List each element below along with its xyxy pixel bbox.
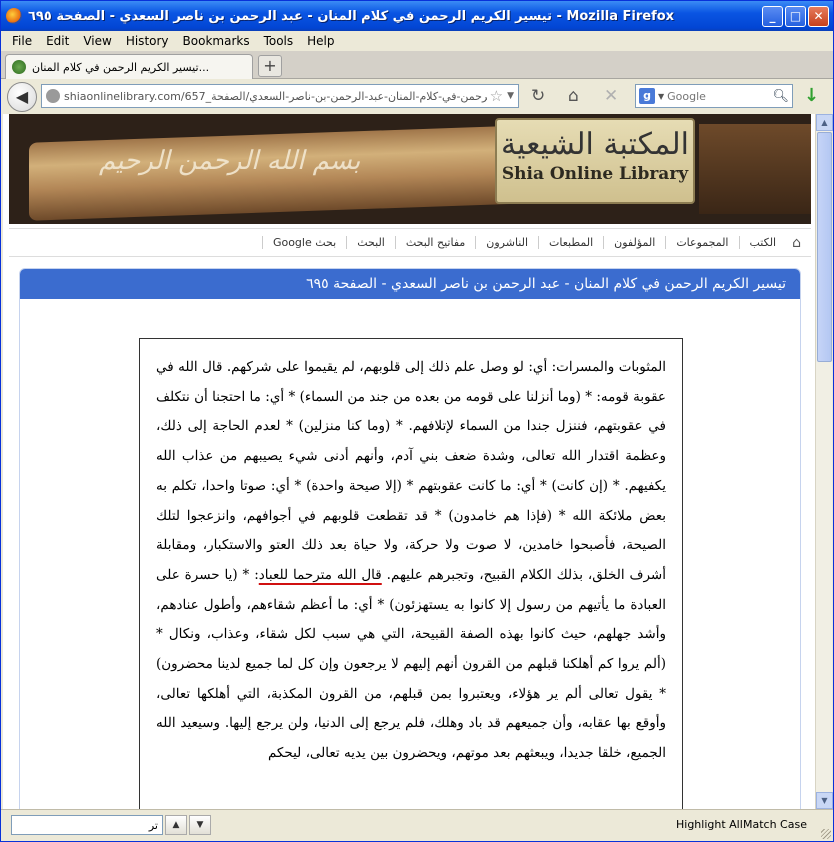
nav-google-search[interactable]: بحث Google [261,236,346,249]
match-case-checkbox[interactable]: Match Case [743,818,807,831]
home-icon[interactable]: ⌂ [568,86,579,106]
tab-active[interactable]: تيسير الكريم الرحمن في كلام المنان... [5,54,253,79]
book-text: المثوبات والمسرات: أي: لو وصل علم ذلك إل… [156,353,666,769]
navigation-bar: ◀ shiaonlinelibrary.com/657_تيسير-الكريم… [1,80,833,113]
search-icon[interactable]: 🔍︎ [772,89,789,104]
menu-view[interactable]: View [76,34,118,48]
nav-search-keys[interactable]: مفاتيح البحث [394,236,475,249]
bookmark-star-icon[interactable]: ☆ [490,87,503,105]
menu-edit[interactable]: Edit [39,34,76,48]
search-input[interactable] [667,89,773,103]
firefox-icon [6,8,22,24]
menu-file[interactable]: File [5,34,39,48]
highlight-all-button[interactable]: Highlight All [676,818,743,831]
logo-arabic: المكتبة الشيعية [500,127,689,162]
window-title: تيسير الكريم الرحمن في كلام المنان - عبد… [28,8,675,24]
back-button[interactable]: ◀ [7,81,37,112]
menu-history[interactable]: History [119,34,176,48]
search-bar[interactable]: g ▼ 🔍︎ [635,84,793,108]
maximize-button[interactable]: □ [785,5,806,27]
nav-publishers[interactable]: الناشرون [475,236,538,249]
google-engine-icon[interactable]: g [639,88,655,104]
menu-bar: File Edit View History Bookmarks Tools H… [1,31,833,51]
text-after: : * (يا حسرة على العبادة ما يأتيهم من رس… [156,566,666,762]
banner-decoration [699,124,811,214]
menu-tools[interactable]: Tools [257,34,301,48]
minimize-button[interactable]: _ [762,5,783,27]
page-content: بسم الله الرحمن الرحيم المكتبة الشيعية S… [3,114,815,809]
favicon-icon [12,60,26,74]
nav-collections[interactable]: المجموعات [665,236,738,249]
nav-search[interactable]: البحث [346,236,395,249]
close-button[interactable]: ✕ [808,5,829,27]
menu-bookmarks[interactable]: Bookmarks [176,34,257,48]
url-dropdown-icon[interactable]: ▼ [507,91,514,101]
vertical-scrollbar[interactable]: ▲ ▼ [815,114,833,809]
site-logo[interactable]: المكتبة الشيعية Shia Online Library [495,118,695,204]
underlined-text: قال الله مترحما للعباد [258,566,382,583]
scroll-down-icon[interactable]: ▼ [816,792,833,809]
menu-help[interactable]: Help [300,34,341,48]
nav-books[interactable]: الكتب [738,236,787,249]
page-title: تيسير الكريم الرحمن في كلام المنان - عبد… [20,269,800,299]
tab-title: تيسير الكريم الرحمن في كلام المنان... [32,60,210,74]
url-bar[interactable]: shiaonlinelibrary.com/657_تيسير-الكريم-ا… [41,84,519,108]
find-bar: ▲ ▼ Highlight All Match Case [1,809,833,841]
nav-printers[interactable]: المطبعات [538,236,603,249]
tab-bar: تيسير الكريم الرحمن في كلام المنان... + [1,51,833,79]
home-icon[interactable]: ⌂ [792,235,801,251]
download-icon[interactable]: ↓ [804,85,819,106]
browser-window: تيسير الكريم الرحمن في كلام المنان - عبد… [0,0,834,842]
scroll-up-icon[interactable]: ▲ [816,114,833,131]
globe-icon [46,89,60,103]
back-arrow-icon: ◀ [15,87,29,106]
site-banner: بسم الله الرحمن الرحيم المكتبة الشيعية S… [9,114,811,224]
stop-icon[interactable]: ✕ [604,86,618,106]
nav-authors[interactable]: المؤلفون [603,236,665,249]
resize-grip-icon[interactable] [821,829,831,839]
reload-icon[interactable]: ↻ [531,86,545,106]
new-tab-button[interactable]: + [258,55,282,77]
scrollbar-thumb[interactable] [817,132,832,362]
find-next-button[interactable]: ▼ [189,815,211,835]
text-before: المثوبات والمسرات: أي: لو وصل علم ذلك إل… [156,359,666,583]
site-navigation: ⌂ الكتب المجموعات المؤلفون المطبعات النا… [9,228,811,257]
search-engine-dropdown-icon[interactable]: ▼ [658,92,664,101]
book-page: المثوبات والمسرات: أي: لو وصل علم ذلك إل… [139,338,683,809]
url-text[interactable]: shiaonlinelibrary.com/657_تيسير-الكريم-ا… [64,90,487,103]
logo-english: Shia Online Library [501,164,689,184]
banner-calligraphy: بسم الله الرحمن الرحيم [99,146,361,176]
find-previous-button[interactable]: ▲ [165,815,187,835]
find-input[interactable] [11,815,163,835]
title-bar[interactable]: تيسير الكريم الرحمن في كلام المنان - عبد… [1,1,833,31]
